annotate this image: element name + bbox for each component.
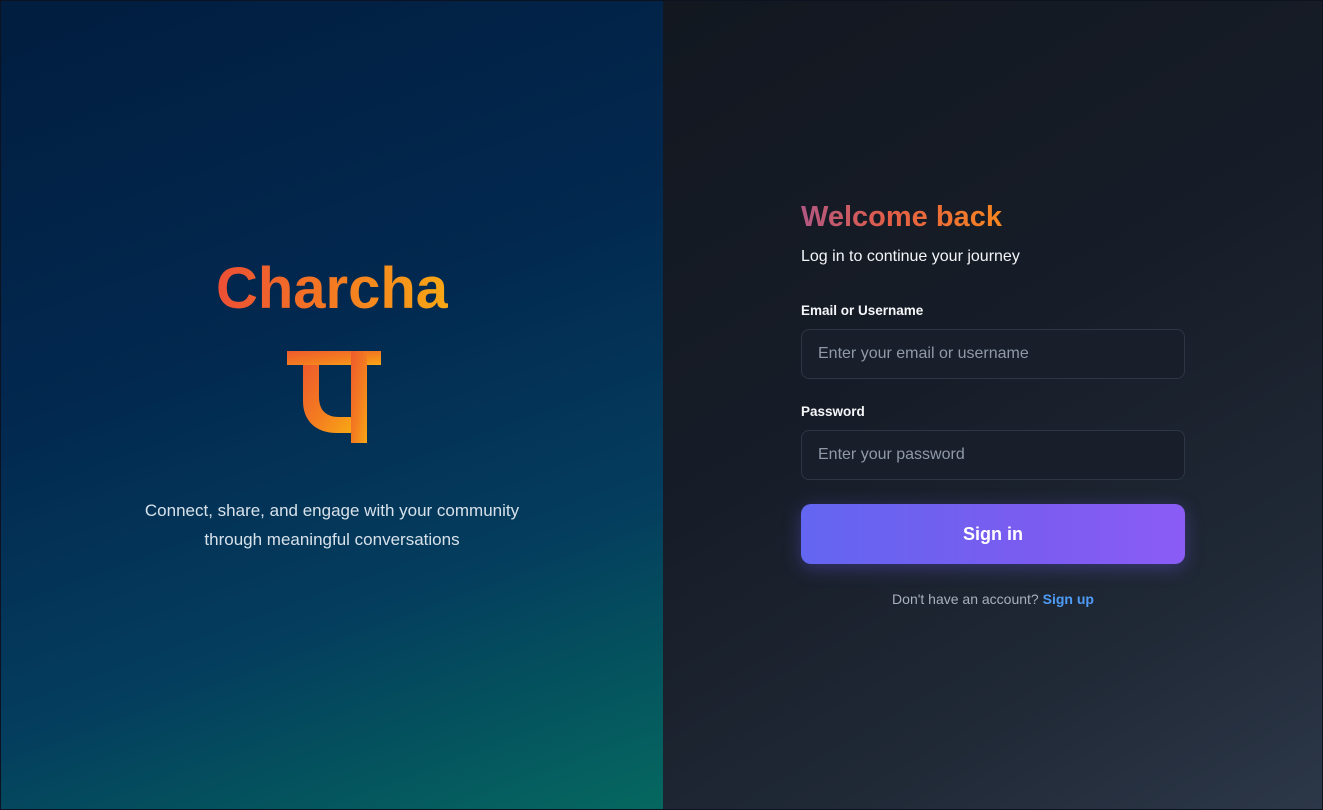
brand-name: Charcha xyxy=(215,256,449,321)
brand-logo-glyph xyxy=(287,351,381,443)
login-panel: Welcome back Log in to continue your jou… xyxy=(663,1,1322,809)
login-form: Welcome back Log in to continue your jou… xyxy=(801,197,1185,608)
login-page: Charcha Connect, share, and engage with … xyxy=(0,0,1323,810)
brand-title: Charcha xyxy=(1,253,663,325)
signup-prompt-row: Don't have an account? Sign up xyxy=(801,590,1185,608)
email-username-input[interactable] xyxy=(818,345,1168,363)
email-label: Email or Username xyxy=(801,303,924,318)
tagline-line-1: Connect, share, and engage with your com… xyxy=(144,501,520,520)
sign-in-button[interactable]: Sign in xyxy=(801,504,1185,564)
welcome-heading-text: Welcome back xyxy=(801,201,1002,233)
sign-up-link[interactable]: Sign up xyxy=(1043,591,1094,607)
tagline-line-2: through meaningful conversations xyxy=(204,530,460,549)
email-field-wrapper xyxy=(801,329,1185,379)
brand-panel: Charcha Connect, share, and engage with … xyxy=(1,1,663,809)
login-subtitle: Log in to continue your journey xyxy=(801,248,1020,265)
welcome-heading: Welcome back xyxy=(801,197,1185,237)
signup-prompt-text: Don't have an account? xyxy=(892,591,1043,607)
password-input[interactable] xyxy=(818,446,1168,464)
password-field-wrapper xyxy=(801,430,1185,480)
brand-tagline: Connect, share, and engage with your com… xyxy=(1,496,663,554)
password-label: Password xyxy=(801,404,865,419)
